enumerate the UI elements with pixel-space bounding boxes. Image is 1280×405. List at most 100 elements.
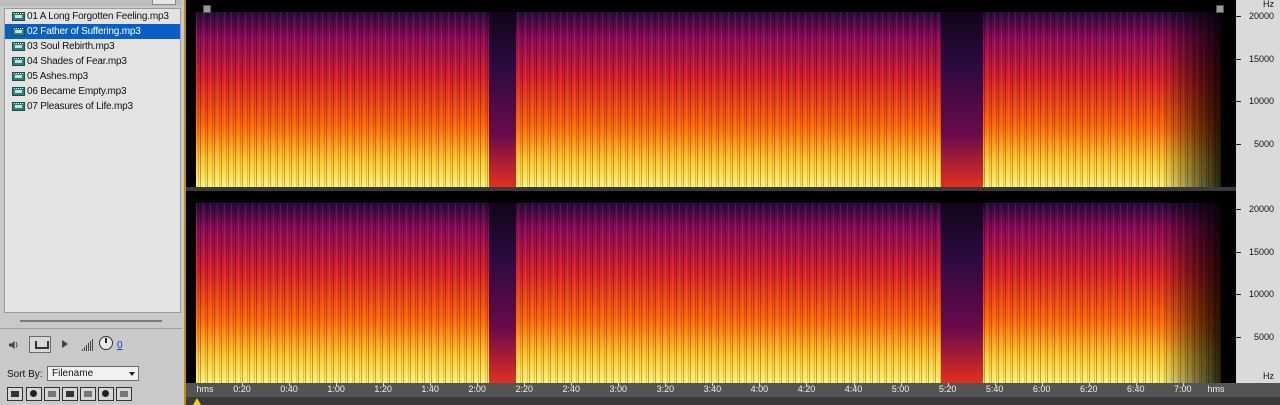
- time-tick: [900, 383, 902, 386]
- music-note-icon[interactable]: [62, 387, 78, 401]
- speaker-icon[interactable]: [9, 340, 19, 350]
- frequency-tick: [1236, 337, 1241, 338]
- file-item[interactable]: 01 A Long Forgotten Feeling.mp3: [5, 9, 180, 24]
- sort-dropdown-value: Filename: [52, 368, 94, 379]
- channel-left[interactable]: [186, 0, 1236, 187]
- time-tick: [665, 383, 667, 386]
- frequency-unit-label: Hz: [1263, 0, 1274, 9]
- time-tick: [853, 383, 855, 386]
- file-name: 05 Ashes.mp3: [27, 71, 88, 82]
- time-ruler[interactable]: hms hms 0:20 0:40 1:00 1:20 1:40 2:00 2:20 2:40 3:…: [186, 383, 1280, 397]
- zoom-handle-right[interactable]: [1216, 5, 1224, 13]
- file-item[interactable]: 03 Soul Rebirth.mp3: [5, 39, 180, 54]
- time-tick: [524, 383, 526, 386]
- time-tick: [618, 383, 620, 386]
- time-tick: [759, 383, 761, 386]
- file-name: 06 Became Empty.mp3: [27, 86, 127, 97]
- frequency-tick: [1236, 59, 1241, 60]
- files-panel: 01 A Long Forgotten Feeling.mp3 02 Father…: [0, 0, 186, 405]
- time-tick-label: hms: [196, 384, 214, 394]
- channel-separator: [186, 187, 1236, 191]
- time-tick: [1135, 383, 1137, 386]
- file-name: 04 Shades of Fear.mp3: [27, 56, 127, 67]
- channel-right[interactable]: [186, 191, 1236, 383]
- frequency-tick: [1236, 16, 1241, 17]
- file-item[interactable]: 05 Ashes.mp3: [5, 69, 180, 84]
- audio-file-icon: [12, 27, 25, 36]
- spectrum-texture: [196, 203, 1221, 383]
- time-tick: [994, 383, 996, 386]
- spectrogram[interactable]: [186, 0, 1236, 383]
- film-icon[interactable]: [44, 387, 60, 401]
- frequency-tick-label: 5000: [1253, 332, 1274, 342]
- audio-file-icon: [12, 42, 25, 51]
- sort-dropdown[interactable]: Filename: [47, 366, 139, 381]
- file-list[interactable]: 01 A Long Forgotten Feeling.mp3 02 Father…: [4, 8, 181, 313]
- end-silence: [1221, 0, 1236, 187]
- audio-file-icon: [12, 12, 25, 21]
- horizontal-scrollbar[interactable]: [20, 320, 162, 322]
- file-name: 01 A Long Forgotten Feeling.mp3: [27, 11, 169, 22]
- audio-file-icon: [12, 57, 25, 66]
- chevron-down-icon: [129, 372, 135, 376]
- audio-file-icon: [12, 87, 25, 96]
- frequency-tick-label: 10000: [1248, 289, 1274, 299]
- sort-row: Sort By: Filename: [0, 365, 182, 383]
- file-item[interactable]: 02 Father of Suffering.mp3: [5, 24, 180, 39]
- file-item[interactable]: 06 Became Empty.mp3: [5, 84, 180, 99]
- frequency-tick: [1236, 144, 1241, 145]
- frequency-ruler: Hz Hz 20000 15000 10000 5000 20000 15000 10000 50…: [1236, 0, 1280, 383]
- panel-toolbar: [7, 387, 182, 403]
- play-icon[interactable]: [62, 340, 68, 348]
- volume-knob[interactable]: [99, 336, 113, 350]
- file-view-icon[interactable]: [7, 387, 23, 401]
- time-tick: [1088, 383, 1090, 386]
- tag-icon[interactable]: [116, 387, 132, 401]
- time-tick: [383, 383, 385, 386]
- file-item[interactable]: 04 Shades of Fear.mp3: [5, 54, 180, 69]
- time-tick: [430, 383, 432, 386]
- quiet-passage: [489, 12, 516, 187]
- record-icon[interactable]: [26, 387, 42, 401]
- track-end-fade: [1161, 203, 1221, 383]
- preview-eye-icon[interactable]: [98, 387, 114, 401]
- quiet-passage: [941, 203, 983, 383]
- filter-icon[interactable]: [80, 387, 96, 401]
- volume-level-icon: [81, 339, 97, 351]
- frequency-tick: [1236, 294, 1241, 295]
- audio-file-icon: [12, 72, 25, 81]
- quiet-passage: [941, 12, 983, 187]
- panel-divider: [0, 328, 182, 329]
- bottom-strip: [186, 397, 1280, 405]
- frequency-unit-label: Hz: [1263, 371, 1274, 381]
- auto-play-button[interactable]: [29, 336, 51, 353]
- volume-value[interactable]: 0: [117, 340, 123, 351]
- frequency-tick-label: 20000: [1248, 11, 1274, 21]
- panel-menu-button[interactable]: [152, 0, 176, 5]
- frequency-tick-label: 10000: [1248, 96, 1274, 106]
- quiet-passage: [489, 203, 516, 383]
- time-tick: [1182, 383, 1184, 386]
- time-tick: [712, 383, 714, 386]
- file-name: 07 Pleasures of Life.mp3: [27, 101, 133, 112]
- spectral-frequency-display[interactable]: Hz Hz 20000 15000 10000 5000 20000 15000 10000 50…: [186, 0, 1280, 405]
- audio-file-icon: [12, 102, 25, 111]
- frequency-tick: [1236, 209, 1241, 210]
- time-tick: [336, 383, 338, 386]
- end-silence: [1221, 191, 1236, 383]
- time-tick: [477, 383, 479, 386]
- time-tick: [1041, 383, 1043, 386]
- frequency-tick-label: 5000: [1253, 139, 1274, 149]
- file-name: 03 Soul Rebirth.mp3: [27, 41, 115, 52]
- file-name: 02 Father of Suffering.mp3: [27, 26, 141, 37]
- file-item[interactable]: 07 Pleasures of Life.mp3: [5, 99, 180, 114]
- zoom-handle-left[interactable]: [203, 5, 211, 13]
- spectrum-texture: [196, 12, 1221, 187]
- time-tick: [571, 383, 573, 386]
- time-tick: [806, 383, 808, 386]
- playhead-marker[interactable]: [193, 398, 201, 405]
- time-tick: [947, 383, 949, 386]
- time-tick: [289, 383, 291, 386]
- sort-label: Sort By:: [7, 369, 43, 380]
- frequency-tick-label: 20000: [1248, 204, 1274, 214]
